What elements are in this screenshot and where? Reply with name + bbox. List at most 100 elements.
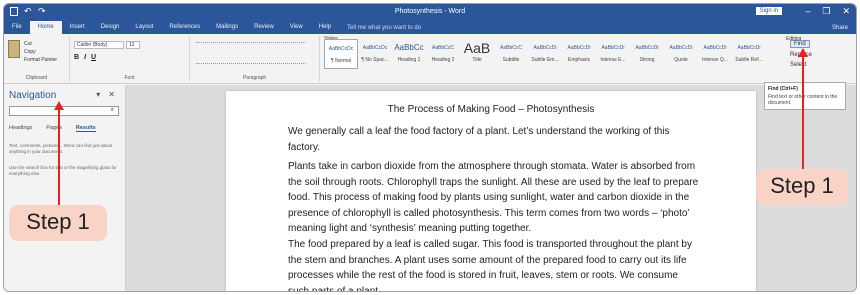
find-button[interactable]: Find bbox=[790, 40, 810, 48]
tab-home[interactable]: Home bbox=[29, 21, 62, 34]
right-step-callout: Step 1 bbox=[756, 169, 848, 205]
style-no-spacing[interactable]: AaBbCcDc ¶ No Spac... bbox=[358, 39, 392, 69]
style-name: Subtle Em... bbox=[531, 57, 559, 63]
navigation-search-input[interactable]: ⌕ bbox=[9, 106, 119, 116]
tab-references[interactable]: References bbox=[161, 21, 208, 34]
style-quote[interactable]: AaBbCcDi Quote bbox=[664, 39, 698, 69]
style-sample: AaBbCcDc bbox=[328, 46, 354, 52]
style-sample: AaBbCc bbox=[394, 43, 424, 52]
ribbon-tabs: File Home Insert Design Layout Reference… bbox=[4, 21, 856, 34]
nav-help-text-1: Text, comments, pictures... Word can fin… bbox=[9, 143, 113, 154]
tab-help[interactable]: Help bbox=[311, 21, 339, 34]
style-intense-quote[interactable]: AaBbCcDi Intense Q... bbox=[698, 39, 732, 69]
style-sample: AaBbCcDi bbox=[567, 45, 591, 51]
chevron-down-icon[interactable]: ▾ bbox=[96, 90, 100, 99]
font-size-select[interactable]: 12 bbox=[126, 41, 140, 49]
style-name: Quote bbox=[674, 57, 688, 63]
left-step-callout: Step 1 bbox=[9, 205, 107, 241]
style-sample: AaBbCcDi bbox=[703, 45, 727, 51]
style-subtitle[interactable]: AaBbCcC Subtitle bbox=[494, 39, 528, 69]
style-heading-1[interactable]: AaBbCc Heading 1 bbox=[392, 39, 426, 69]
underline-button[interactable]: U bbox=[91, 54, 96, 61]
tab-file[interactable]: File bbox=[4, 21, 30, 34]
style-sample: AaBbCcDi bbox=[737, 45, 761, 51]
style-strong[interactable]: AaBbCcDi Strong bbox=[630, 39, 664, 69]
font-name-select[interactable]: Calibri (Body) bbox=[74, 41, 124, 49]
paragraph-2: Plants take in carbon dioxide from the a… bbox=[288, 161, 699, 234]
style-name: Emphasis bbox=[568, 57, 590, 63]
style-name: Intense Q... bbox=[702, 57, 728, 63]
style-name: Heading 1 bbox=[397, 57, 421, 63]
paragraph-controls[interactable] bbox=[196, 42, 306, 64]
editing-group: Find Replace Select Editing bbox=[786, 36, 854, 82]
format-painter-button[interactable]: Format Painter bbox=[24, 56, 57, 64]
tab-mailings[interactable]: Mailings bbox=[208, 21, 246, 34]
style-name: Title bbox=[472, 57, 482, 63]
document-title: The Process of Making Food – Photosynthe… bbox=[387, 104, 595, 115]
style-sample: AaBbCcDi bbox=[669, 45, 693, 51]
tab-design[interactable]: Design bbox=[93, 21, 128, 34]
tab-view[interactable]: View bbox=[282, 21, 311, 34]
left-arrow-line bbox=[58, 109, 60, 205]
style-name: Heading 2 bbox=[431, 57, 455, 63]
paragraph-group: Paragraph bbox=[190, 36, 320, 82]
find-tooltip: Find (Ctrl+F) Find text or other content… bbox=[764, 82, 846, 110]
tab-review[interactable]: Review bbox=[246, 21, 282, 34]
style-emphasis[interactable]: AaBbCcDi Emphasis bbox=[562, 39, 596, 69]
tooltip-body: Find text or other content in the docume… bbox=[768, 94, 838, 106]
style-sample: AaBbCcDi bbox=[601, 45, 625, 51]
tab-insert[interactable]: Insert bbox=[62, 21, 93, 34]
style-sample: AaBbCcC bbox=[432, 45, 454, 51]
search-icon[interactable]: ⌕ bbox=[111, 107, 114, 114]
style-intense-emphasis[interactable]: AaBbCcDi Intense E... bbox=[596, 39, 630, 69]
sign-in-button[interactable]: Sign in bbox=[755, 7, 782, 15]
title-bar: ↶ ↷ Photosynthesis - Word Sign in – ❐ ✕ bbox=[4, 4, 856, 21]
style-name: ¶ Normal bbox=[330, 58, 352, 64]
word-window: ↶ ↷ Photosynthesis - Word Sign in – ❐ ✕ … bbox=[3, 3, 857, 292]
close-icon[interactable]: ✕ bbox=[842, 6, 850, 17]
clipboard-group-label: Clipboard bbox=[25, 75, 48, 81]
style-heading-2[interactable]: AaBbCcC Heading 2 bbox=[426, 39, 460, 69]
ribbon: Cut Copy Format Painter Clipboard Calibr… bbox=[4, 34, 856, 84]
style-name: Subtle Ref... bbox=[735, 57, 763, 63]
select-button[interactable]: Select bbox=[790, 62, 807, 68]
style-title[interactable]: AaB Title bbox=[460, 39, 494, 69]
bold-button[interactable]: B bbox=[74, 54, 79, 61]
tell-me-search[interactable]: Tell me what you want to do bbox=[347, 25, 421, 31]
right-arrow-line bbox=[802, 56, 804, 169]
navigation-title: Navigation bbox=[9, 90, 57, 101]
close-icon[interactable]: ✕ bbox=[108, 90, 115, 99]
cut-button[interactable]: Cut bbox=[24, 40, 57, 48]
style-subtle-emphasis[interactable]: AaBbCcDi Subtle Em... bbox=[528, 39, 562, 69]
minimize-icon[interactable]: – bbox=[805, 6, 810, 17]
style-sample: AaBbCcDi bbox=[533, 45, 557, 51]
style-sample: AaBbCcDi bbox=[635, 45, 659, 51]
restore-icon[interactable]: ❐ bbox=[822, 6, 830, 17]
clipboard-group: Cut Copy Format Painter Clipboard bbox=[4, 36, 70, 82]
share-button[interactable]: Share bbox=[832, 25, 856, 31]
style-name: Strong bbox=[639, 57, 655, 63]
font-group-label: Font bbox=[124, 75, 135, 81]
document-page[interactable]: The Process of Making Food – Photosynthe… bbox=[226, 91, 756, 292]
nav-help-text-2: Use the search box for text or the magni… bbox=[9, 165, 117, 176]
window-title: Photosynthesis - Word bbox=[394, 8, 466, 15]
tab-layout[interactable]: Layout bbox=[127, 21, 161, 34]
nav-tab-headings[interactable]: Headings bbox=[9, 125, 32, 132]
style-normal[interactable]: AaBbCcDc ¶ Normal bbox=[324, 39, 358, 69]
nav-tab-results[interactable]: Results bbox=[75, 125, 96, 132]
style-subtle-reference[interactable]: AaBbCcDi Subtle Ref... bbox=[732, 39, 766, 69]
style-sample: AaBbCcDc bbox=[362, 45, 388, 51]
tooltip-title: Find (Ctrl+F) bbox=[768, 86, 798, 92]
copy-button[interactable]: Copy bbox=[24, 48, 57, 56]
italic-button[interactable]: I bbox=[84, 54, 86, 61]
paragraph-3: The food prepared by a leaf is called su… bbox=[288, 239, 692, 292]
window-controls: – ❐ ✕ bbox=[805, 6, 850, 17]
font-group: Calibri (Body) 12 B I U Font bbox=[70, 36, 190, 82]
styles-gallery: AaBbCcDc ¶ Normal AaBbCcDc ¶ No Spac... Aa… bbox=[324, 36, 784, 82]
style-name: ¶ No Spac... bbox=[361, 57, 389, 63]
navigation-pane: Navigation ▾ ✕ ⌕ Headings Pages Results … bbox=[4, 85, 126, 291]
paragraph-group-label: Paragraph bbox=[242, 75, 267, 81]
paste-icon[interactable] bbox=[8, 40, 20, 58]
style-sample: AaBbCcC bbox=[500, 45, 522, 51]
document-area: The Process of Making Food – Photosynthe… bbox=[126, 85, 856, 292]
